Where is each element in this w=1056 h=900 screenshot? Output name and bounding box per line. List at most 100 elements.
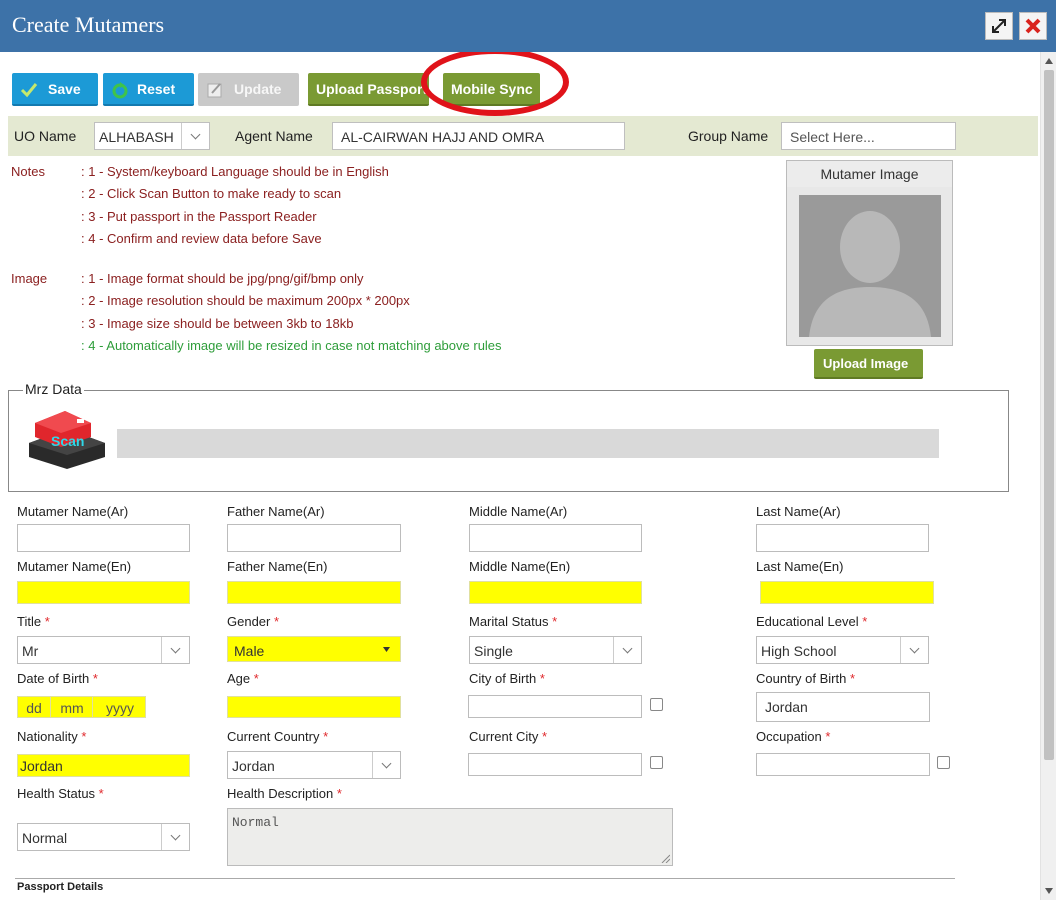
date-of-birth-input[interactable]: dd mm yyyy bbox=[17, 696, 146, 718]
upload-passport-label: Upload Passport bbox=[316, 80, 428, 97]
group-name-select[interactable]: Select Here... bbox=[781, 122, 956, 150]
current-city-input[interactable] bbox=[468, 753, 642, 776]
country-of-birth-input[interactable]: Jordan bbox=[756, 692, 930, 722]
close-button[interactable] bbox=[1019, 12, 1047, 40]
avatar-placeholder-icon bbox=[799, 195, 941, 337]
agent-name-label: Agent Name bbox=[235, 128, 313, 144]
upload-passport-button[interactable]: Upload Passport bbox=[308, 73, 429, 106]
group-name-label: Group Name bbox=[688, 128, 769, 144]
window-title: Create Mutamers bbox=[12, 12, 165, 37]
marital-status-value: Single bbox=[474, 643, 513, 659]
passport-details-heading: Passport Details bbox=[17, 881, 104, 893]
scan-button[interactable]: Scan bbox=[25, 409, 107, 469]
title-label: Title * bbox=[17, 614, 50, 629]
note-item: : 2 - Click Scan Button to make ready to… bbox=[81, 186, 342, 201]
image-notes-label: Image bbox=[11, 271, 48, 286]
gender-value: Male bbox=[234, 643, 265, 659]
father-name-ar-label: Father Name(Ar) bbox=[227, 504, 325, 519]
marital-status-label: Marital Status * bbox=[469, 614, 558, 629]
image-note-item: : 1 - Image format should be jpg/png/gif… bbox=[81, 271, 364, 286]
chevron-down-icon bbox=[372, 752, 400, 778]
father-name-en-input[interactable] bbox=[227, 581, 401, 604]
occupation-checkbox[interactable] bbox=[937, 756, 950, 769]
maximize-button[interactable] bbox=[985, 12, 1013, 40]
city-of-birth-checkbox[interactable] bbox=[650, 698, 663, 711]
update-button[interactable]: Update bbox=[198, 73, 299, 106]
scroll-up-arrow-icon[interactable] bbox=[1045, 58, 1053, 64]
mrz-output-bar bbox=[117, 429, 939, 458]
title-value: Mr bbox=[22, 643, 39, 659]
current-city-label: Current City * bbox=[469, 729, 548, 744]
country-of-birth-label: Country of Birth * bbox=[756, 671, 856, 686]
occupation-input[interactable] bbox=[756, 753, 930, 776]
last-name-ar-input[interactable] bbox=[756, 524, 929, 552]
uo-name-value: ALHABASH bbox=[99, 129, 174, 145]
note-item: : 3 - Put passport in the Passport Reade… bbox=[81, 209, 317, 224]
dob-month[interactable]: mm bbox=[52, 697, 93, 717]
middle-name-en-label: Middle Name(En) bbox=[469, 559, 571, 574]
mrz-legend: Mrz Data bbox=[23, 381, 84, 397]
educational-level-value: High School bbox=[761, 643, 837, 659]
scroll-down-arrow-icon[interactable] bbox=[1045, 888, 1053, 894]
title-select[interactable]: Mr bbox=[17, 636, 190, 664]
middle-name-en-input[interactable] bbox=[469, 581, 642, 604]
reset-label: Reset bbox=[137, 81, 176, 97]
health-description-textarea[interactable]: Normal bbox=[227, 808, 673, 866]
upload-image-button[interactable]: Upload Image bbox=[814, 349, 923, 379]
chevron-down-icon bbox=[181, 123, 209, 149]
uo-name-select[interactable]: ALHABASH bbox=[94, 122, 210, 150]
city-of-birth-label: City of Birth * bbox=[469, 671, 545, 686]
marital-status-select[interactable]: Single bbox=[469, 636, 642, 664]
uo-name-label: UO Name bbox=[14, 128, 77, 144]
chevron-down-icon bbox=[613, 637, 641, 663]
last-name-en-input[interactable] bbox=[760, 581, 934, 604]
dialog-content: Save Reset Update Upload Passport Mobile… bbox=[0, 52, 1040, 900]
mutamer-name-ar-label: Mutamer Name(Ar) bbox=[17, 504, 129, 519]
dob-day[interactable]: dd bbox=[18, 697, 51, 717]
health-status-select[interactable]: Normal bbox=[17, 823, 190, 851]
age-input[interactable] bbox=[227, 696, 401, 718]
chevron-down-icon bbox=[161, 824, 189, 850]
refresh-icon bbox=[112, 82, 128, 99]
father-name-ar-input[interactable] bbox=[227, 524, 401, 552]
nationality-value: Jordan bbox=[20, 758, 63, 774]
group-name-placeholder: Select Here... bbox=[790, 129, 875, 145]
info-bar: UO Name ALHABASH Agent Name AL-CAIRWAN H… bbox=[8, 116, 1038, 156]
mutamer-name-ar-input[interactable] bbox=[17, 524, 190, 552]
gender-select[interactable]: Male bbox=[227, 636, 401, 662]
annotation-circle bbox=[421, 52, 569, 116]
dob-year[interactable]: yyyy bbox=[94, 697, 146, 717]
resize-handle-icon bbox=[661, 854, 670, 863]
health-status-label: Health Status * bbox=[17, 786, 104, 801]
agent-name-field[interactable]: AL-CAIRWAN HAJJ AND OMRA bbox=[332, 122, 625, 150]
reset-button[interactable]: Reset bbox=[103, 73, 194, 106]
nationality-input[interactable]: Jordan bbox=[17, 754, 190, 777]
health-description-label: Health Description * bbox=[227, 786, 342, 801]
vertical-scrollbar[interactable] bbox=[1040, 52, 1056, 900]
expand-icon bbox=[992, 19, 1006, 33]
gender-label: Gender * bbox=[227, 614, 280, 629]
father-name-en-label: Father Name(En) bbox=[227, 559, 328, 574]
note-item: : 4 - Confirm and review data before Sav… bbox=[81, 231, 322, 246]
chevron-down-icon bbox=[900, 637, 928, 663]
educational-level-select[interactable]: High School bbox=[756, 636, 929, 664]
chevron-down-icon bbox=[161, 637, 189, 663]
save-button[interactable]: Save bbox=[12, 73, 98, 106]
age-label: Age * bbox=[227, 671, 259, 686]
notes-label: Notes bbox=[11, 164, 45, 179]
current-city-checkbox[interactable] bbox=[650, 756, 663, 769]
mrz-data-fieldset: Mrz Data Scan bbox=[8, 381, 1009, 492]
date-of-birth-label: Date of Birth * bbox=[17, 671, 98, 686]
mutamer-name-en-label: Mutamer Name(En) bbox=[17, 559, 132, 574]
scrollbar-thumb[interactable] bbox=[1044, 70, 1054, 760]
checkmark-icon bbox=[20, 83, 38, 98]
last-name-en-label: Last Name(En) bbox=[756, 559, 844, 574]
middle-name-ar-input[interactable] bbox=[469, 524, 642, 552]
current-country-select[interactable]: Jordan bbox=[227, 751, 401, 779]
health-description-value: Normal bbox=[232, 815, 279, 830]
mutamer-name-en-input[interactable] bbox=[17, 581, 190, 604]
city-of-birth-input[interactable] bbox=[468, 695, 642, 718]
nationality-label: Nationality * bbox=[17, 729, 87, 744]
image-note-item: : 4 - Automatically image will be resize… bbox=[81, 338, 502, 353]
current-country-value: Jordan bbox=[232, 758, 275, 774]
